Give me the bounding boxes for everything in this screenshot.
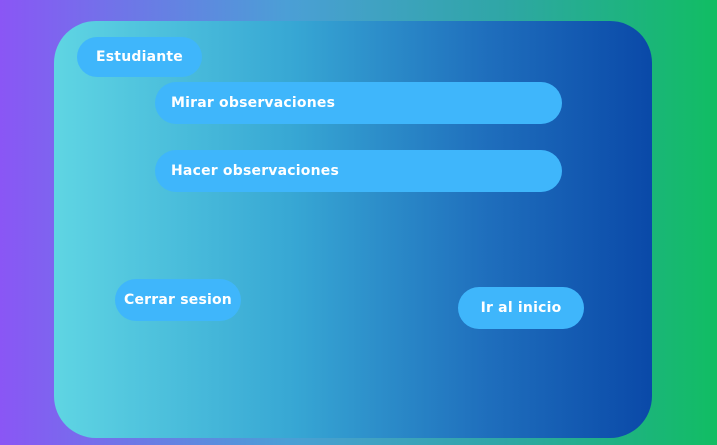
view-observations-button[interactable]: Mirar observaciones	[155, 82, 562, 124]
make-observations-button[interactable]: Hacer observaciones	[155, 150, 562, 192]
logout-button[interactable]: Cerrar sesion	[115, 279, 241, 321]
role-badge: Estudiante	[77, 37, 202, 77]
go-home-button[interactable]: Ir al inicio	[458, 287, 584, 329]
